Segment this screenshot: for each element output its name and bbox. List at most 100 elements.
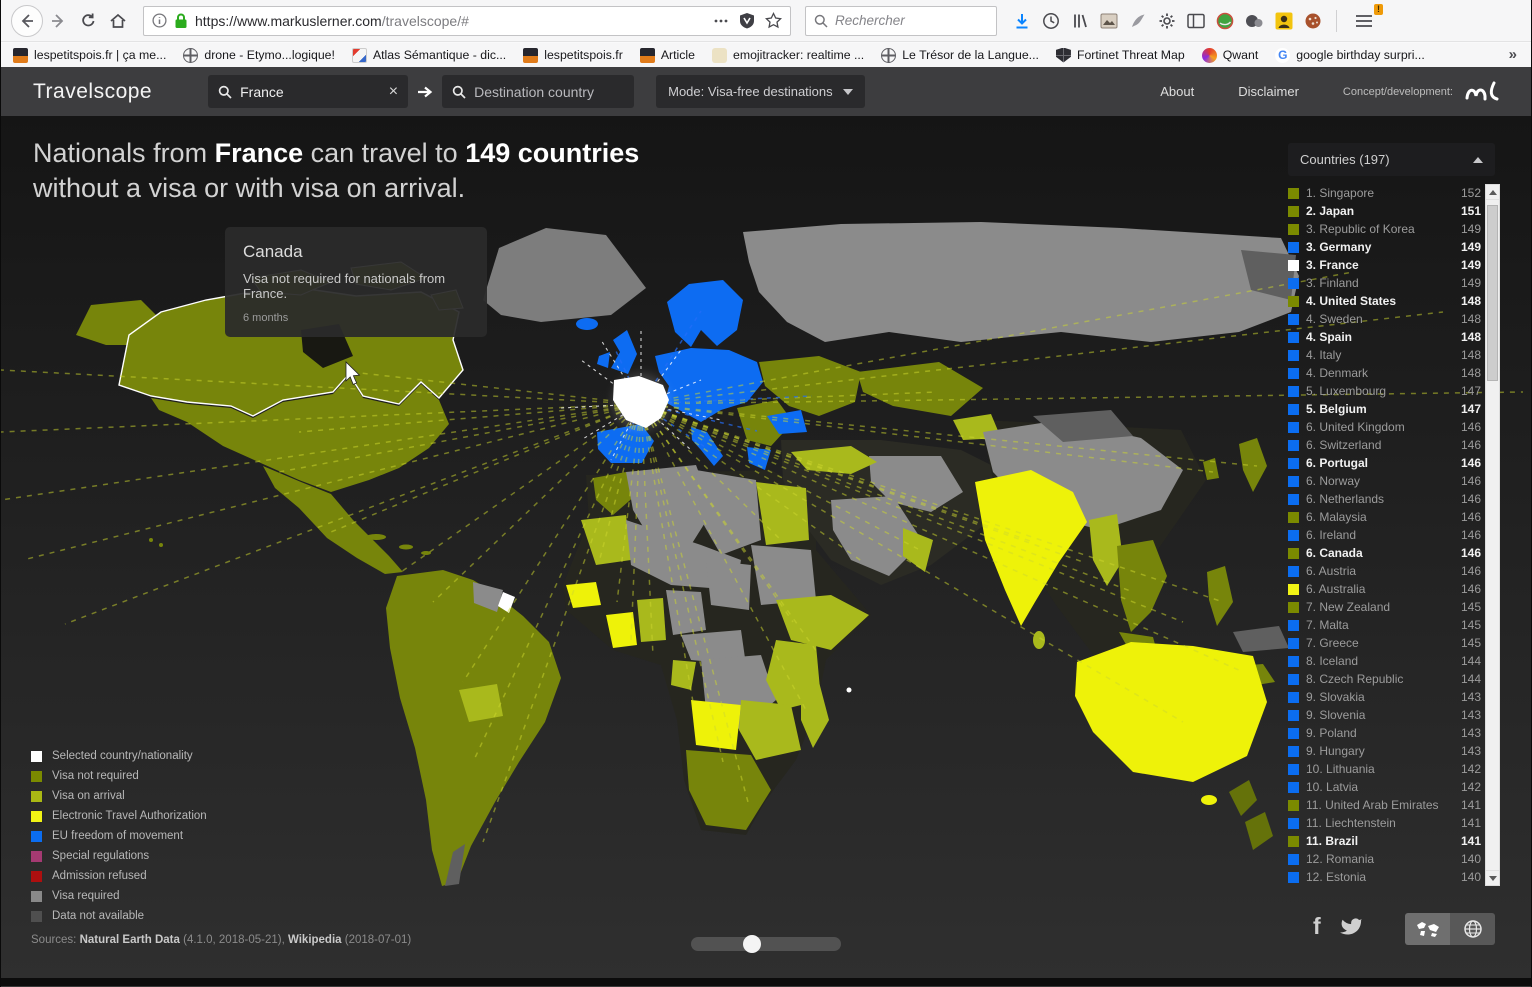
country-row[interactable]: 9. Hungary 143 — [1288, 742, 1485, 760]
country-row[interactable]: 11. Liechtenstein 141 — [1288, 814, 1485, 832]
country-row[interactable]: 3. Germany 149 — [1288, 238, 1485, 256]
bookmarks-overflow-chevron[interactable]: » — [1509, 46, 1517, 63]
source-link-natural-earth[interactable]: Natural Earth Data — [80, 934, 180, 946]
country-row[interactable]: 4. Italy 148 — [1288, 346, 1485, 364]
mode-select[interactable]: Mode: Visa-free destinations — [656, 75, 865, 108]
country-row[interactable]: 3. Republic of Korea 149 — [1288, 220, 1485, 238]
bookmark-item[interactable]: lespetitspois.fr — [523, 48, 623, 63]
downloads-icon[interactable] — [1013, 12, 1031, 30]
country-row[interactable]: 8. Iceland 144 — [1288, 652, 1485, 670]
country-row[interactable]: 3. Finland 149 — [1288, 274, 1485, 292]
country-color-square — [1288, 206, 1299, 217]
page-actions-icon[interactable] — [713, 14, 729, 28]
country-row[interactable]: 11. Brazil 141 — [1288, 832, 1485, 850]
country-row[interactable]: 4. Spain 148 — [1288, 328, 1485, 346]
sidebar-toggle-icon[interactable] — [1187, 13, 1205, 29]
countries-panel-header[interactable]: Countries (197) — [1288, 143, 1495, 176]
bookmark-item[interactable]: google birthday surpri... — [1275, 48, 1425, 63]
country-row[interactable]: 9. Slovakia 143 — [1288, 688, 1485, 706]
credit[interactable]: Concept/development: — [1343, 79, 1505, 105]
country-row[interactable]: 10. Latvia 142 — [1288, 778, 1485, 796]
nationality-input[interactable]: France × — [208, 75, 408, 108]
country-row[interactable]: 9. Poland 143 — [1288, 724, 1485, 742]
country-row[interactable]: 8. Czech Republic 144 — [1288, 670, 1485, 688]
bookmark-star-icon[interactable] — [765, 12, 782, 29]
zoom-slider[interactable] — [691, 937, 841, 951]
scrollbar-thumb[interactable] — [1487, 205, 1498, 381]
cookie-extension-icon[interactable] — [1304, 12, 1322, 30]
reload-button[interactable] — [73, 6, 103, 36]
bookmark-item[interactable]: lespetitspois.fr | ça me... — [13, 48, 166, 63]
bookmark-item[interactable]: Le Trésor de la Langue... — [881, 48, 1039, 63]
home-button[interactable] — [103, 6, 133, 36]
https-lock-icon[interactable] — [174, 13, 188, 29]
flat-map-view-button[interactable] — [1405, 913, 1450, 945]
clear-input-icon[interactable]: × — [389, 84, 398, 100]
spheres-extension-icon[interactable] — [1245, 13, 1264, 29]
country-count: 145 — [1461, 636, 1485, 650]
bookmark-item[interactable]: Atlas Sémantique - dic... — [352, 48, 506, 63]
slider-knob[interactable] — [743, 935, 761, 953]
country-row[interactable]: 5. Belgium 147 — [1288, 400, 1485, 418]
country-row[interactable]: 4. Denmark 148 — [1288, 364, 1485, 382]
country-row[interactable]: 1. Singapore 152 — [1288, 184, 1485, 202]
bookmark-favicon — [13, 48, 28, 63]
country-row[interactable]: 6. Canada 146 — [1288, 544, 1485, 562]
facebook-icon[interactable]: f — [1313, 915, 1321, 938]
library-icon[interactable] — [1071, 12, 1089, 30]
scroll-up-arrow[interactable] — [1486, 185, 1499, 200]
bookmark-item[interactable]: emojitracker: realtime ... — [712, 48, 864, 63]
country-row[interactable]: 7. New Zealand 145 — [1288, 598, 1485, 616]
globe-view-button[interactable] — [1450, 913, 1495, 945]
bookmark-item[interactable]: drone - Etymo...logique! — [183, 48, 335, 63]
search-bar[interactable]: Rechercher — [805, 6, 997, 36]
country-row[interactable]: 5. Luxembourg 147 — [1288, 382, 1485, 400]
back-button[interactable] — [11, 5, 43, 37]
url-bar[interactable]: https://www.markuslerner.com/travelscope… — [143, 6, 791, 36]
country-row[interactable]: 10. Lithuania 142 — [1288, 760, 1485, 778]
source-link-wikipedia[interactable]: Wikipedia — [288, 934, 342, 946]
settings-gear-icon[interactable] — [1158, 12, 1176, 30]
menu-button[interactable]: ! — [1351, 8, 1377, 34]
twitter-icon[interactable] — [1337, 916, 1363, 938]
tracking-shield-icon[interactable] — [739, 12, 755, 29]
bookmark-item[interactable]: Qwant — [1202, 48, 1259, 63]
country-row[interactable]: 7. Malta 145 — [1288, 616, 1485, 634]
avatar-extension-icon[interactable] — [1275, 12, 1293, 30]
destination-input[interactable]: Destination country — [442, 75, 634, 108]
country-row[interactable]: 12. Romania 140 — [1288, 850, 1485, 868]
screenshot-image-icon[interactable] — [1100, 13, 1118, 29]
country-row[interactable]: 12. Estonia 140 — [1288, 868, 1485, 886]
country-row[interactable]: 6. Portugal 146 — [1288, 454, 1485, 472]
country-row[interactable]: 6. Ireland 146 — [1288, 526, 1485, 544]
toolbar-separator — [1336, 10, 1337, 32]
world-extension-icon[interactable] — [1216, 12, 1234, 30]
disclaimer-link[interactable]: Disclaimer — [1238, 84, 1299, 99]
country-row[interactable]: 4. Sweden 148 — [1288, 310, 1485, 328]
url-text[interactable]: https://www.markuslerner.com/travelscope… — [195, 13, 706, 29]
bookmark-item[interactable]: Fortinet Threat Map — [1056, 48, 1185, 63]
country-row[interactable]: 6. Switzerland 146 — [1288, 436, 1485, 454]
country-color-square — [1288, 530, 1299, 541]
scroll-down-arrow[interactable] — [1486, 870, 1499, 885]
about-link[interactable]: About — [1160, 84, 1194, 99]
country-row[interactable]: 7. Greece 145 — [1288, 634, 1485, 652]
country-row[interactable]: 6. Malaysia 146 — [1288, 508, 1485, 526]
country-row[interactable]: 11. United Arab Emirates 141 — [1288, 796, 1485, 814]
quill-pen-icon[interactable] — [1129, 12, 1147, 30]
countries-scrollbar[interactable] — [1485, 184, 1500, 886]
country-row[interactable]: 6. Australia 146 — [1288, 580, 1485, 598]
country-row[interactable]: 6. United Kingdom 146 — [1288, 418, 1485, 436]
history-clock-icon[interactable] — [1042, 12, 1060, 30]
page-headline: Nationals from France can travel to 149 … — [33, 136, 639, 206]
country-row[interactable]: 6. Norway 146 — [1288, 472, 1485, 490]
country-row[interactable]: 4. United States 148 — [1288, 292, 1485, 310]
country-row[interactable]: 2. Japan 151 — [1288, 202, 1485, 220]
country-row[interactable]: 6. Netherlands 146 — [1288, 490, 1485, 508]
forward-button[interactable] — [43, 6, 73, 36]
country-row[interactable]: 6. Austria 146 — [1288, 562, 1485, 580]
country-row[interactable]: 3. France 149 — [1288, 256, 1485, 274]
country-row[interactable]: 9. Slovenia 143 — [1288, 706, 1485, 724]
page-info-icon[interactable] — [152, 13, 167, 28]
bookmark-item[interactable]: Article — [640, 48, 695, 63]
